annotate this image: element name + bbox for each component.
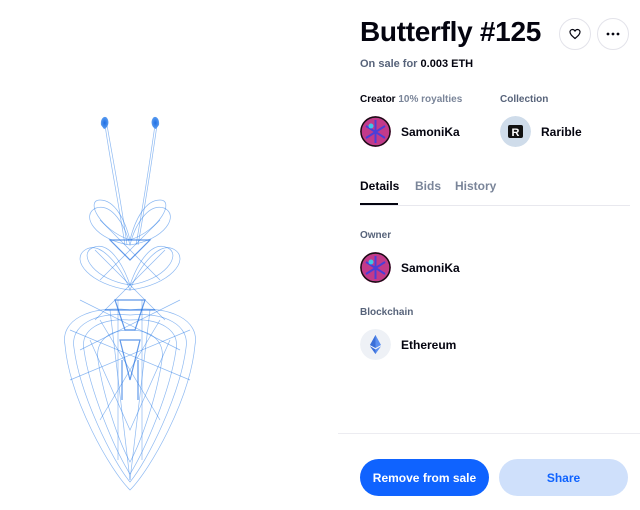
more-options-button[interactable] xyxy=(597,18,629,50)
item-title: Butterfly #125 xyxy=(360,16,541,47)
like-button[interactable] xyxy=(559,18,591,50)
tab-history[interactable]: History xyxy=(455,179,496,193)
remove-from-sale-button[interactable]: Remove from sale xyxy=(360,459,489,496)
collection-link[interactable]: R Rarible xyxy=(500,116,582,147)
creator-avatar xyxy=(360,116,391,147)
sale-prefix: On sale for xyxy=(360,58,418,70)
more-horizontal-icon xyxy=(606,32,620,36)
footer-divider xyxy=(338,433,640,434)
active-tab-indicator xyxy=(360,203,398,205)
owner-avatar xyxy=(360,252,391,283)
tab-bids[interactable]: Bids xyxy=(415,179,441,193)
creator-name: SamoniKa xyxy=(401,124,460,139)
sale-status: On sale for 0.003 ETH xyxy=(360,58,473,70)
tab-details[interactable]: Details xyxy=(360,179,399,193)
owner-link[interactable]: SamoniKa xyxy=(360,252,460,283)
sale-price: 0.003 ETH xyxy=(420,58,474,70)
collection-label: Collection xyxy=(500,94,549,105)
blockchain-label: Blockchain xyxy=(360,307,414,318)
owner-name: SamoniKa xyxy=(401,260,460,275)
share-button[interactable]: Share xyxy=(499,459,628,496)
nft-artwork-panel xyxy=(0,0,330,510)
ethereum-icon xyxy=(360,329,391,360)
blockchain-info: Ethereum xyxy=(360,329,456,360)
details-tabs: Details Bids History xyxy=(360,179,630,206)
blockchain-name: Ethereum xyxy=(401,337,457,352)
nft-artwork-image[interactable] xyxy=(0,0,330,510)
owner-label: Owner xyxy=(360,230,392,241)
heart-icon xyxy=(569,28,581,40)
collection-logo-letter: R xyxy=(512,127,520,139)
creator-link[interactable]: SamoniKa xyxy=(360,116,460,147)
collection-logo: R xyxy=(500,116,531,147)
creator-label: Creator xyxy=(360,94,396,105)
creator-royalties: 10% royalties xyxy=(398,94,463,105)
collection-name: Rarible xyxy=(541,124,582,139)
creator-label-row: Creator 10% royalties xyxy=(360,94,462,105)
item-details-panel: Butterfly #125 On sale for 0.003 ETH Cre… xyxy=(338,0,640,510)
